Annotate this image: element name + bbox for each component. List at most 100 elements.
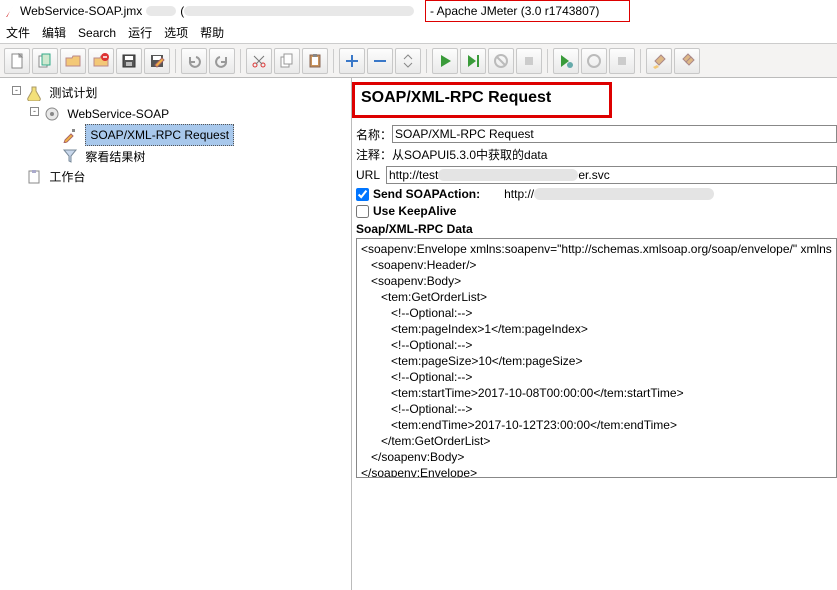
copy-icon — [279, 53, 295, 69]
comment-value: 从SOAPUI5.3.0中获取的data — [392, 146, 547, 163]
cut-button[interactable] — [246, 48, 272, 74]
shutdown-button[interactable] — [516, 48, 542, 74]
thread-icon — [44, 106, 60, 122]
feather-icon — [4, 3, 16, 19]
clear-all-button[interactable] — [674, 48, 700, 74]
collapse-button[interactable] — [367, 48, 393, 74]
tree-workbench[interactable]: 工作台 — [26, 166, 351, 187]
funnel-icon — [62, 148, 78, 164]
menu-bar: 文件 编辑 Search 运行 选项 帮助 — [0, 22, 837, 44]
data-section-label: Soap/XML-RPC Data — [356, 222, 837, 236]
redo-icon — [214, 53, 230, 69]
menu-search[interactable]: Search — [78, 26, 116, 40]
file-icon — [9, 53, 25, 69]
open-button[interactable] — [60, 48, 86, 74]
stop-icon — [493, 53, 509, 69]
send-soapaction-checkbox[interactable] — [356, 188, 369, 201]
folder-close-icon — [93, 53, 109, 69]
remote-stop-button[interactable] — [581, 48, 607, 74]
editor-panel: SOAP/XML-RPC Request 名称： 注释： 从SOAPUI5.3.… — [352, 78, 837, 590]
tree-thread-group[interactable]: - WebService-SOAP SOAP/XML-RPC Request 察… — [44, 103, 351, 167]
expand-button[interactable] — [339, 48, 365, 74]
tree-label-selected: SOAP/XML-RPC Request — [85, 124, 234, 146]
play-icon — [437, 53, 453, 69]
clear-button[interactable] — [646, 48, 672, 74]
name-input[interactable] — [392, 125, 837, 143]
files-icon — [37, 53, 53, 69]
clipboard-icon — [26, 169, 42, 185]
shutdown-net-icon — [614, 53, 630, 69]
menu-run[interactable]: 运行 — [128, 24, 152, 41]
menu-options[interactable]: 选项 — [164, 24, 188, 41]
remote-shutdown-button[interactable] — [609, 48, 635, 74]
keepalive-checkbox[interactable] — [356, 205, 369, 218]
save-button[interactable] — [116, 48, 142, 74]
brooms-icon — [679, 53, 695, 69]
title-path-redacted2 — [184, 6, 414, 16]
panel-heading-highlight: SOAP/XML-RPC Request — [352, 82, 612, 118]
toolbar-separator — [640, 49, 641, 73]
stop-net-icon — [586, 53, 602, 69]
toolbar-separator — [333, 49, 334, 73]
redo-button[interactable] — [209, 48, 235, 74]
title-app-highlight: - Apache JMeter (3.0 r1743807) — [425, 0, 630, 22]
url-redacted — [438, 169, 578, 181]
save-icon — [121, 53, 137, 69]
save-pencil-icon — [149, 53, 165, 69]
menu-file[interactable]: 文件 — [6, 24, 30, 41]
flask-icon — [26, 85, 42, 101]
folder-open-icon — [65, 53, 81, 69]
tree-view-results[interactable]: 察看结果树 — [62, 146, 351, 167]
soapaction-prefix: http:// — [504, 187, 534, 201]
url-prefix: http://test — [389, 168, 438, 182]
menu-edit[interactable]: 编辑 — [42, 24, 66, 41]
keepalive-label: Use KeepAlive — [373, 204, 456, 218]
tree-label: 察看结果树 — [85, 149, 145, 163]
templates-button[interactable] — [32, 48, 58, 74]
comment-label: 注释： — [356, 146, 392, 163]
toolbar-separator — [426, 49, 427, 73]
tree-label: 工作台 — [49, 170, 85, 184]
close-button[interactable] — [88, 48, 114, 74]
send-soapaction-label: Send SOAPAction: — [373, 187, 480, 201]
remote-start-button[interactable] — [553, 48, 579, 74]
title-file: WebService-SOAP.jmx — [20, 4, 142, 18]
undo-button[interactable] — [181, 48, 207, 74]
play-skip-icon — [465, 53, 481, 69]
play-net-icon — [558, 53, 574, 69]
tree-panel: - 测试计划 - WebService-SOAP SOAP/XML-RPC Re… — [0, 78, 352, 590]
url-input[interactable]: http://test er.svc — [386, 166, 837, 184]
panel-heading: SOAP/XML-RPC Request — [361, 89, 603, 107]
save-as-button[interactable] — [144, 48, 170, 74]
toolbar-separator — [240, 49, 241, 73]
tree-toggle-icon[interactable]: - — [12, 86, 21, 95]
start-button[interactable] — [432, 48, 458, 74]
soapaction-redacted — [534, 188, 714, 200]
tree-toggle-icon[interactable]: - — [30, 107, 39, 116]
toolbar-separator — [175, 49, 176, 73]
start-no-pause-button[interactable] — [460, 48, 486, 74]
stop-button[interactable] — [488, 48, 514, 74]
xml-textarea[interactable]: <soapenv:Envelope xmlns:soapenv="http://… — [356, 238, 837, 478]
title-bar: WebService-SOAP.jmx ( — [0, 0, 837, 22]
title-path-redacted — [146, 6, 176, 16]
copy-button[interactable] — [274, 48, 300, 74]
soapaction-input[interactable]: http:// — [504, 187, 744, 201]
undo-icon — [186, 53, 202, 69]
tree-soap-request[interactable]: SOAP/XML-RPC Request — [62, 124, 351, 146]
url-suffix: er.svc — [578, 168, 609, 182]
plus-icon — [344, 53, 360, 69]
toggle-icon — [400, 53, 416, 69]
menu-help[interactable]: 帮助 — [200, 24, 224, 41]
paste-button[interactable] — [302, 48, 328, 74]
new-button[interactable] — [4, 48, 30, 74]
toggle-button[interactable] — [395, 48, 421, 74]
name-label: 名称： — [356, 126, 392, 143]
scissors-icon — [251, 53, 267, 69]
minus-icon — [372, 53, 388, 69]
broom-icon — [651, 53, 667, 69]
tree-label: WebService-SOAP — [67, 107, 169, 121]
tree-test-plan[interactable]: - 测试计划 - WebService-SOAP SOAP/XML-RPC Re… — [26, 82, 351, 166]
url-label: URL — [356, 168, 386, 182]
tree-label: 测试计划 — [49, 86, 97, 100]
